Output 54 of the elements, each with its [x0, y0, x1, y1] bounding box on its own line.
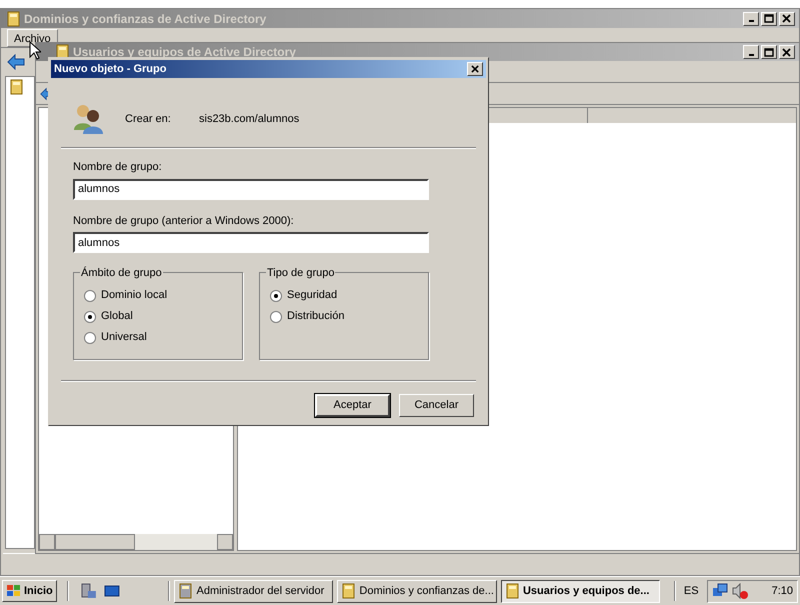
network-icon[interactable] — [712, 583, 728, 599]
group-title: Tipo de grupo — [266, 265, 336, 282]
clock: 7:10 — [772, 584, 793, 599]
taskbar-button[interactable]: Dominios y confianzas de... — [337, 580, 497, 602]
back-arrow-icon[interactable] — [7, 54, 25, 70]
language-indicator[interactable]: ES — [680, 582, 703, 600]
app-icon — [340, 583, 356, 599]
dialog-title: Nuevo objeto - Grupo — [54, 62, 166, 77]
mouse-cursor-icon — [29, 41, 41, 60]
radio-label: Distribución — [287, 309, 344, 324]
maximize-icon — [764, 14, 774, 23]
close-button[interactable] — [779, 45, 795, 59]
radio-button[interactable] — [84, 310, 96, 322]
minimize-button[interactable] — [743, 12, 759, 26]
dialog-button[interactable]: Cancelar — [399, 394, 474, 417]
close-icon — [782, 14, 792, 23]
close-icon — [782, 48, 792, 56]
radio-label: Seguridad — [287, 288, 338, 304]
create-in-label: Crear en: — [125, 112, 172, 127]
users-icon — [73, 104, 105, 134]
close-button[interactable] — [467, 62, 483, 76]
radio-label: Dominio local — [101, 288, 168, 304]
maximize-button[interactable] — [761, 12, 777, 26]
maximize-icon — [764, 48, 774, 56]
start-button[interactable]: Inicio — [2, 580, 57, 602]
radio-button[interactable] — [270, 290, 282, 302]
app-icon — [504, 583, 520, 599]
server-icon[interactable] — [78, 583, 97, 599]
minimize-icon — [748, 20, 754, 22]
text-field[interactable]: alumnos — [73, 232, 429, 253]
radio-button[interactable] — [84, 290, 96, 302]
field-label: Nombre de grupo: — [73, 160, 163, 175]
dialog-button[interactable]: Aceptar — [315, 394, 390, 417]
taskbar-button[interactable]: Administrador del servidor — [174, 580, 334, 602]
text-field[interactable]: alumnos — [73, 178, 429, 200]
taskbar-button[interactable]: Usuarios y equipos de... — [500, 580, 660, 602]
windows-logo-icon — [6, 584, 22, 598]
muted-speaker-icon[interactable] — [732, 583, 748, 599]
create-in-value: sis23b.com/alumnos — [199, 112, 300, 127]
field-label: Nombre de grupo (anterior a Windows 2000): — [73, 214, 295, 228]
maximize-button[interactable] — [761, 45, 777, 59]
minimize-button[interactable] — [743, 45, 759, 59]
window-title: Dominios y confianzas de Active Directory — [24, 10, 266, 28]
radio-label: Universal — [101, 330, 147, 346]
desktop-icon[interactable] — [102, 583, 120, 599]
minimize-icon — [748, 54, 754, 56]
close-button[interactable] — [779, 12, 795, 26]
radio-button[interactable] — [270, 310, 282, 322]
close-icon — [470, 65, 480, 73]
radio-button[interactable] — [84, 332, 96, 344]
group-title: Ámbito de grupo — [80, 265, 163, 282]
horizontal-scrollbar[interactable] — [39, 534, 233, 550]
app-icon — [177, 583, 194, 599]
radio-label: Global — [101, 309, 133, 324]
